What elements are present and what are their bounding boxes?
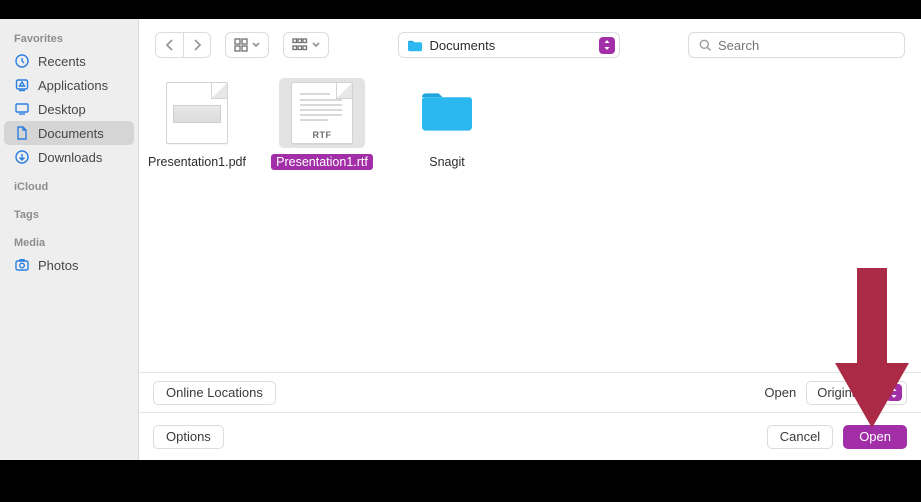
toolbar: Documents [139,19,921,68]
view-icons-button[interactable] [225,32,269,58]
photos-icon [14,257,30,273]
sidebar-section-tags: Tags [0,207,138,225]
sidebar-item-recents[interactable]: Recents [4,49,134,73]
desktop-icon [14,101,30,117]
action-bar: Options Cancel Open [139,412,921,460]
applications-icon [14,77,30,93]
sidebar-item-label: Applications [38,78,108,93]
sidebar-item-photos[interactable]: Photos [4,253,134,277]
sidebar-item-documents[interactable]: Documents [4,121,134,145]
pdf-thumbnail [166,82,228,144]
cancel-button[interactable]: Cancel [767,425,833,449]
location-popup[interactable]: Documents [398,32,620,58]
chevron-down-icon [252,41,260,49]
sidebar-item-downloads[interactable]: Downloads [4,145,134,169]
sidebar-section-media: Media [0,235,138,253]
file-grid[interactable]: Presentation1.pdf RTF [139,68,921,372]
folder-icon [407,39,423,52]
clock-icon [14,53,30,69]
documents-icon [14,125,30,141]
search-icon [699,39,712,52]
sidebar-section-favorites: Favorites [0,31,138,49]
sidebar-item-label: Documents [38,126,104,141]
sidebar: Favorites Recents Applications Desktop [0,19,139,460]
sidebar-item-desktop[interactable]: Desktop [4,97,134,121]
nav-back-forward [155,32,211,58]
chevron-down-icon [312,41,320,49]
search-field[interactable] [688,32,905,58]
sidebar-section-icloud: iCloud [0,179,138,197]
file-label: Presentation1.pdf [143,154,251,170]
open-mode-label: Open [764,385,796,400]
file-label: Snagit [424,154,469,170]
sidebar-item-label: Downloads [38,150,102,165]
updown-arrows-icon [886,384,902,401]
sidebar-item-label: Recents [38,54,86,69]
file-item-snagit-folder[interactable]: Snagit [397,78,497,170]
search-input[interactable] [718,38,894,53]
location-label: Documents [430,38,592,53]
options-bar: Online Locations Open Original [139,372,921,412]
sidebar-item-label: Desktop [38,102,86,117]
file-item-presentation1-rtf[interactable]: RTF Presentation1.rtf [272,78,372,170]
downloads-icon [14,149,30,165]
online-locations-button[interactable]: Online Locations [153,381,276,405]
open-dialog: Favorites Recents Applications Desktop [0,19,921,460]
open-mode-value: Original [817,385,862,400]
main-panel: Documents [139,19,921,460]
file-item-presentation1-pdf[interactable]: Presentation1.pdf [147,78,247,170]
rtf-thumbnail: RTF [291,82,353,144]
back-button[interactable] [156,33,183,57]
folder-icon [417,88,477,138]
sidebar-item-label: Photos [38,258,78,273]
file-label: Presentation1.rtf [271,154,373,170]
group-by-button[interactable] [283,32,329,58]
updown-arrows-icon [599,37,615,54]
sidebar-item-applications[interactable]: Applications [4,73,134,97]
open-button[interactable]: Open [843,425,907,449]
open-mode-select[interactable]: Original [806,381,907,405]
options-button[interactable]: Options [153,425,224,449]
forward-button[interactable] [183,33,210,57]
